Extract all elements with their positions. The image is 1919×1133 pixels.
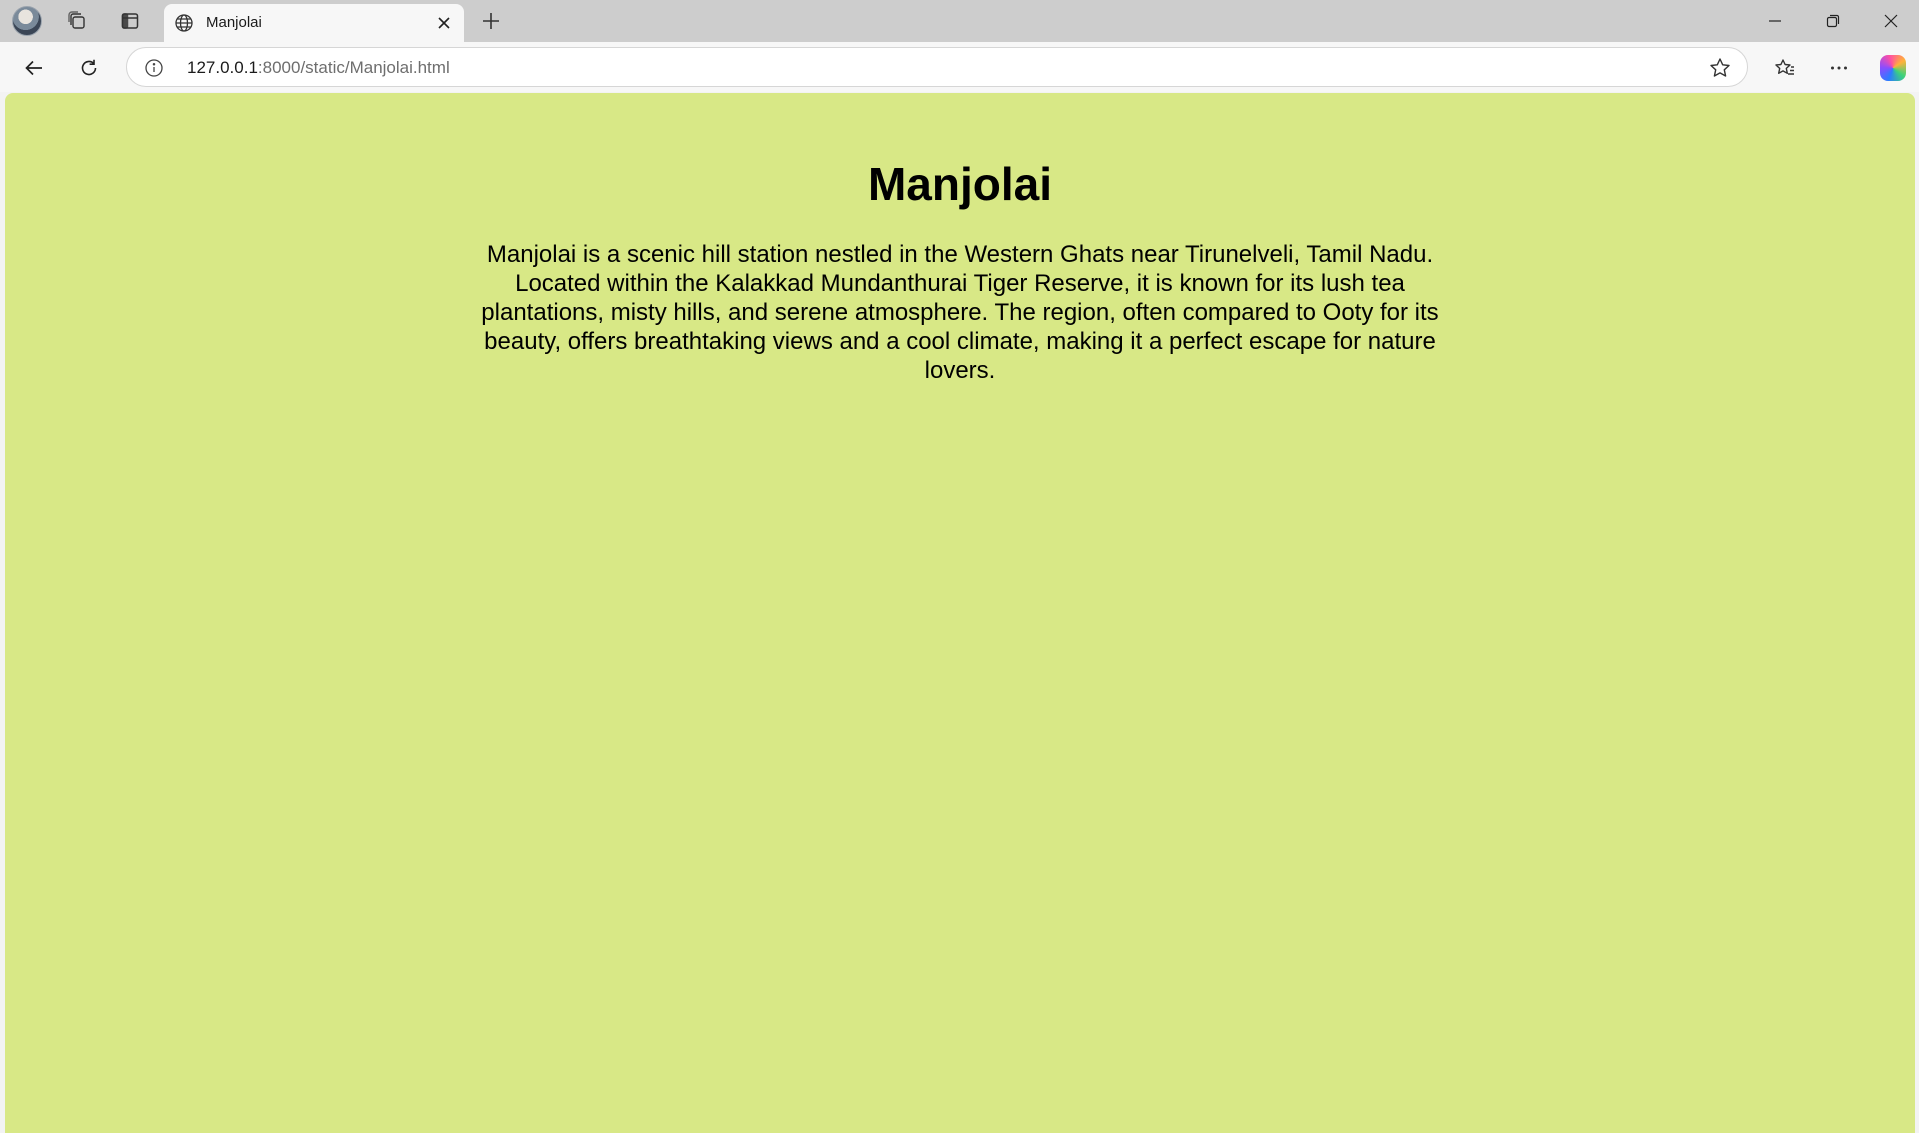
add-favorite-button[interactable] (1707, 55, 1733, 81)
tab-active[interactable]: Manjolai (164, 4, 464, 42)
restore-icon (1826, 14, 1840, 28)
close-window-button[interactable] (1863, 0, 1919, 42)
workspaces-icon (68, 11, 85, 29)
minimize-button[interactable] (1747, 0, 1803, 42)
page-content: Manjolai Manjolai is a scenic hill stati… (460, 93, 1460, 385)
tab-title: Manjolai (206, 14, 262, 31)
refresh-button[interactable] (71, 51, 107, 85)
copilot-button[interactable] (1875, 51, 1911, 85)
more-icon (1831, 66, 1847, 70)
restore-button[interactable] (1805, 0, 1861, 42)
more-button[interactable] (1821, 51, 1857, 85)
browser-window: Manjolai 127.0.0.1:8000/static/Manjolai.… (0, 0, 1919, 1133)
back-arrow-icon (25, 60, 42, 76)
minimize-icon (1769, 20, 1781, 22)
globe-icon (175, 14, 193, 32)
tab-strip: Manjolai (0, 0, 1919, 42)
new-tab-button[interactable] (474, 6, 508, 36)
page-title: Manjolai (867, 158, 1053, 210)
star-icon (1710, 58, 1730, 77)
avatar (12, 6, 42, 36)
plus-icon (483, 13, 499, 29)
page-viewport: Manjolai Manjolai is a scenic hill stati… (5, 93, 1915, 1133)
favorites-icon (1775, 59, 1794, 75)
close-icon (1884, 14, 1898, 28)
close-icon (438, 17, 450, 29)
profile-button[interactable] (10, 6, 44, 36)
navigation-toolbar: 127.0.0.1:8000/static/Manjolai.html (0, 42, 1919, 92)
vertical-tabs-button[interactable] (113, 6, 147, 36)
url-host: 127.0.0.1 (187, 58, 258, 77)
favorites-button[interactable] (1767, 51, 1803, 85)
info-icon (145, 59, 163, 77)
url-text[interactable]: 127.0.0.1:8000/static/Manjolai.html (187, 58, 450, 78)
vertical-tabs-icon (121, 13, 139, 29)
site-info-button[interactable] (143, 57, 165, 79)
refresh-icon (81, 59, 97, 76)
page-description: Manjolai is a scenic hill station nestle… (481, 241, 1439, 384)
tab-close-button[interactable] (432, 11, 456, 35)
address-bar[interactable]: 127.0.0.1:8000/static/Manjolai.html (126, 47, 1748, 87)
copilot-icon (1880, 55, 1906, 81)
workspaces-button[interactable] (60, 6, 94, 36)
url-path: :8000/static/Manjolai.html (257, 58, 450, 77)
back-button[interactable] (16, 51, 52, 85)
